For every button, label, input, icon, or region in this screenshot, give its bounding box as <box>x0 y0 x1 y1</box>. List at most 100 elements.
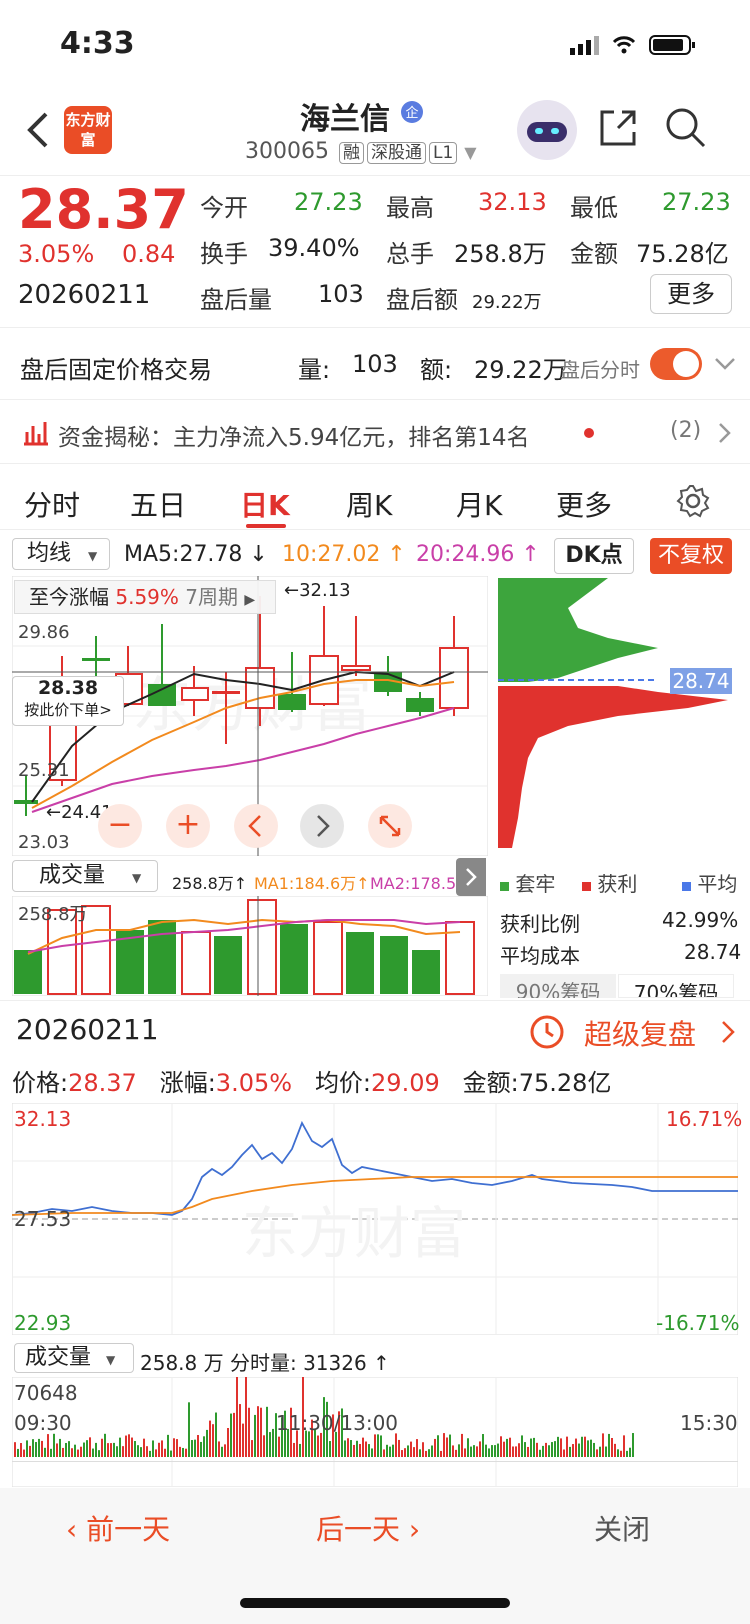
panel-toggle-button[interactable] <box>456 858 486 896</box>
intraday-volume-bar <box>404 1448 406 1457</box>
robot-assistant-icon[interactable] <box>515 98 579 162</box>
chevron-right-icon <box>466 868 477 886</box>
stock-code-row[interactable]: 300065 融深股通 L1 ▼ <box>245 138 477 164</box>
intraday-volume-bar <box>536 1442 538 1457</box>
chevron-down-icon[interactable] <box>714 354 736 374</box>
tab-more[interactable]: 更多 <box>556 484 612 524</box>
change-value: 0.84 <box>122 240 176 268</box>
tab-five-day[interactable]: 五日 <box>130 484 186 524</box>
volume-bar <box>280 924 308 994</box>
chevron-down-icon: ▼ <box>464 143 477 162</box>
scroll-left-button[interactable] <box>234 804 278 848</box>
intraday-y-top: 32.13 <box>14 1107 72 1131</box>
intraday-volume-bar <box>389 1446 391 1457</box>
intraday-volume-bar <box>542 1445 544 1457</box>
tab-daily-k[interactable]: 日K <box>240 484 290 524</box>
volume-select[interactable]: 成交量 ▼ <box>12 860 158 892</box>
intraday-volume-select[interactable]: 成交量 ▼ <box>14 1343 134 1373</box>
intraday-volume-bar <box>374 1434 376 1457</box>
ma-select[interactable]: 均线 ▼ <box>12 538 110 570</box>
intraday-volume-bar <box>569 1446 571 1457</box>
intraday-volume-bar <box>56 1443 58 1457</box>
volume-select-label: 成交量 <box>39 863 106 888</box>
tag-connect: 深股通 <box>366 142 426 164</box>
dk-point-button[interactable]: DK点 <box>554 538 634 574</box>
intraday-volume-bar <box>203 1436 205 1457</box>
settings-gear-icon[interactable] <box>676 484 710 518</box>
no-adjust-button[interactable]: 不复权 <box>650 538 732 574</box>
time-start: 09:30 <box>14 1411 72 1435</box>
tab-intraday[interactable]: 分时 <box>24 484 80 524</box>
intraday-volume-bar <box>431 1445 433 1457</box>
home-indicator <box>240 1598 510 1608</box>
intraday-volume-bar <box>614 1443 616 1457</box>
close-button[interactable]: 关闭 <box>594 1508 650 1548</box>
back-icon[interactable] <box>24 110 54 150</box>
replay-amt-label: 金额: <box>462 1069 519 1097</box>
red-dot-icon <box>584 428 594 438</box>
after-hours-toggle-label: 盘后分时 <box>560 358 640 382</box>
intraday-volume-bar <box>113 1442 115 1457</box>
intraday-volume-bar <box>227 1428 229 1457</box>
zoom-out-button[interactable]: − <box>98 804 142 848</box>
tab-weekly-k[interactable]: 周K <box>346 484 392 524</box>
intraday-volume-bar <box>440 1450 442 1457</box>
chevron-left-icon: ‹ <box>66 1513 78 1546</box>
chip-trapped-area <box>498 578 658 682</box>
ma10-value: 10:27.02 ↑ <box>282 542 406 567</box>
chip-tab-70[interactable]: 70%筹码 <box>618 974 734 998</box>
intraday-chart: 东方财富 <box>12 1103 738 1335</box>
intraday-volume-bar <box>533 1437 535 1457</box>
intraday-volume-bar <box>632 1433 634 1457</box>
more-button[interactable]: 更多 <box>650 274 732 314</box>
intraday-volume-bar <box>524 1442 526 1457</box>
intraday-volume-bar <box>119 1437 121 1457</box>
intraday-volume-bar <box>317 1435 319 1457</box>
intraday-volume-bar <box>491 1445 493 1457</box>
intraday-volume-bar <box>212 1424 214 1457</box>
replay-price-label: 价格: <box>12 1069 69 1097</box>
fund-flow-row[interactable]: 资金揭秘：主力净流入5.94亿元，排名第14名 (2) <box>0 402 750 464</box>
crosshair-order-box[interactable]: 28.38 按此价下单> <box>12 676 124 726</box>
svg-text:企: 企 <box>405 105 418 121</box>
intraday-volume-bar <box>410 1441 412 1457</box>
intraday-volume-bar <box>239 1404 241 1457</box>
chip-tab-90[interactable]: 90%筹码 <box>500 974 616 998</box>
legend-profit-label: 获利 <box>597 872 638 896</box>
share-icon[interactable] <box>596 106 640 150</box>
intraday-volume-bar <box>350 1440 352 1457</box>
intraday-volume-bar <box>260 1407 262 1457</box>
intraday-volume-bar <box>221 1446 223 1457</box>
high-marker: ←32.13 <box>284 580 351 601</box>
intraday-volume-bar <box>233 1412 235 1457</box>
search-icon[interactable] <box>664 106 708 150</box>
fullscreen-button[interactable] <box>368 804 412 848</box>
status-icons <box>570 35 695 55</box>
super-replay-link[interactable]: 超级复盘 <box>584 1013 696 1053</box>
intraday-volume-bar <box>62 1447 64 1457</box>
status-time: 4:33 <box>60 26 135 61</box>
intraday-volume-bar <box>278 1436 280 1457</box>
intraday-volume-bar <box>293 1442 295 1457</box>
intraday-volume-bar <box>422 1442 424 1457</box>
intraday-volume-bar <box>173 1438 175 1457</box>
intraday-volume-bar <box>464 1448 466 1457</box>
intraday-volume-bar <box>77 1449 79 1457</box>
intraday-volume-bar <box>146 1446 148 1457</box>
replay-amt: 75.28亿 <box>518 1069 612 1097</box>
volume-total: 258.8万↑ <box>172 874 248 893</box>
after-hours-amt-label: 额: <box>420 356 453 384</box>
scroll-right-button[interactable] <box>300 804 344 848</box>
next-day-button[interactable]: 后一天 › <box>316 1508 420 1548</box>
intraday-volume-bar <box>65 1442 67 1457</box>
after-vol-value: 103 <box>318 280 364 308</box>
prev-day-button[interactable]: ‹ 前一天 <box>66 1508 170 1548</box>
tab-monthly-k[interactable]: 月K <box>456 484 502 524</box>
intraday-volume-bar <box>35 1442 37 1457</box>
zoom-in-button[interactable]: + <box>166 804 210 848</box>
after-hours-toggle[interactable] <box>650 348 702 380</box>
intraday-volume-bar <box>299 1443 301 1457</box>
intraday-volume-bar <box>467 1438 469 1457</box>
intraday-volume-bar <box>590 1439 592 1457</box>
range-change-box[interactable]: 至今涨幅 5.59% 7周期 ▶ <box>14 580 276 614</box>
